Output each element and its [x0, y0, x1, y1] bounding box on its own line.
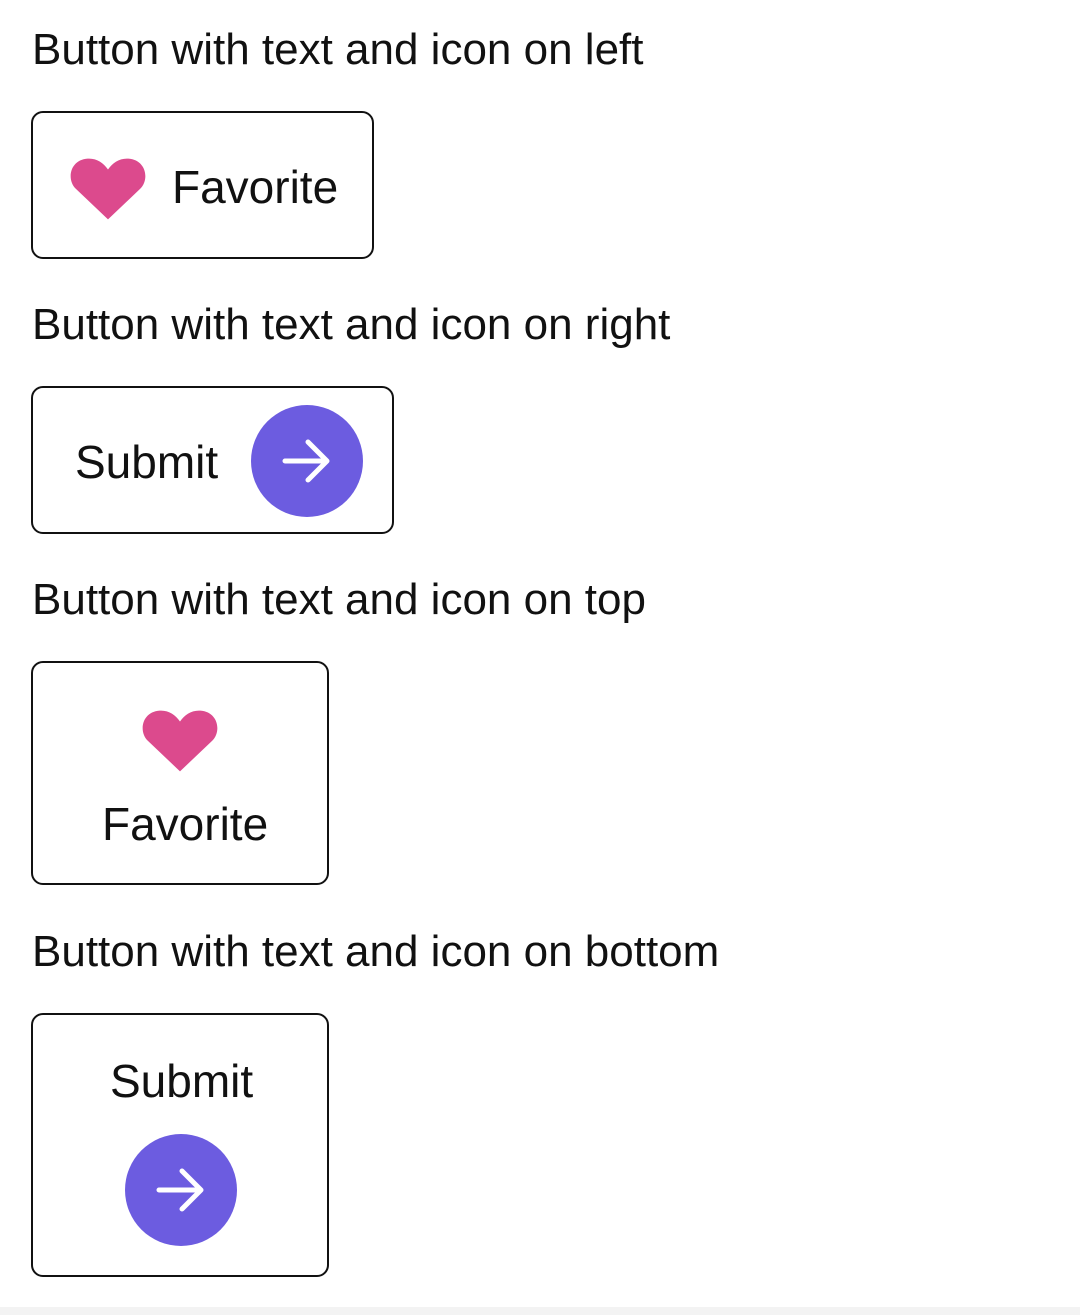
submit-button-label: Submit — [75, 436, 219, 488]
heart-icon — [70, 158, 146, 220]
heart-shape — [70, 158, 146, 220]
submit-button-icon-bottom[interactable]: Submit — [31, 1013, 329, 1277]
submit-button-label: Submit — [110, 1055, 254, 1107]
favorite-button-label: Favorite — [172, 161, 339, 213]
section-label-icon-top: Button with text and icon on top — [32, 575, 646, 624]
arrow-right-circle-icon — [125, 1134, 237, 1246]
favorite-button-label: Favorite — [102, 798, 269, 850]
arrow-right-circle-icon — [251, 405, 363, 517]
section-label-icon-bottom: Button with text and icon on bottom — [32, 927, 720, 976]
favorite-button-icon-top[interactable]: Favorite — [31, 661, 329, 885]
bottom-strip — [0, 1307, 1080, 1315]
heart-icon — [142, 710, 218, 772]
section-label-icon-left: Button with text and icon on left — [32, 25, 644, 74]
favorite-button-icon-left[interactable]: Favorite — [31, 111, 374, 259]
section-label-icon-right: Button with text and icon on right — [32, 300, 671, 349]
heart-shape — [142, 710, 218, 772]
submit-button-icon-right[interactable]: Submit — [31, 386, 394, 534]
